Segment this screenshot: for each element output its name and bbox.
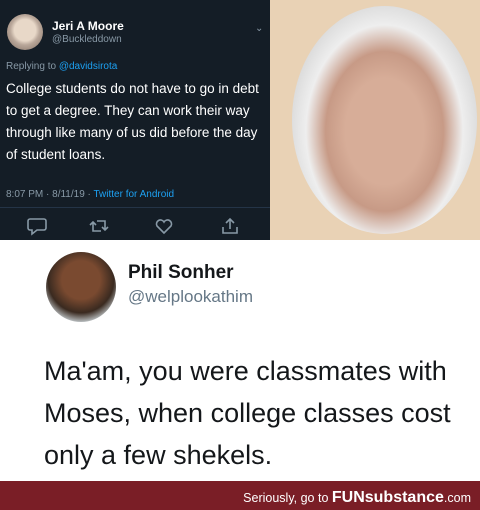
divider bbox=[0, 207, 270, 208]
tweet-timestamp: 8:07 PM · 8/11/19 · bbox=[6, 189, 94, 200]
tweet-author-name[interactable]: Phil Sonher bbox=[128, 262, 234, 284]
footer-brand: FUNsubstance bbox=[331, 489, 444, 506]
watermark-footer: Seriously, go to FUNsubstance.com bbox=[0, 481, 480, 510]
avatar[interactable] bbox=[7, 14, 43, 50]
tweet-author-handle[interactable]: @Buckleddown bbox=[52, 34, 122, 45]
retweet-icon[interactable] bbox=[88, 216, 110, 236]
share-icon[interactable] bbox=[219, 216, 241, 236]
dark-tweet-card: Jeri A Moore @Buckleddown ⌄ Replying to … bbox=[0, 0, 270, 240]
reply-context: Replying to @davidsirota bbox=[6, 61, 117, 72]
footer-suffix: .com bbox=[443, 491, 471, 505]
reply-prefix: Replying to bbox=[6, 61, 59, 72]
divider bbox=[0, 240, 480, 246]
tweet-text: Ma'am, you were classmates with Moses, w… bbox=[44, 356, 451, 470]
avatar[interactable] bbox=[46, 252, 116, 322]
tweet-action-bar bbox=[0, 216, 270, 238]
tweet-author-name[interactable]: Jeri A Moore bbox=[52, 19, 124, 33]
footer-prefix: Seriously, go to bbox=[243, 491, 332, 505]
profile-photo bbox=[292, 6, 477, 234]
tweet-text: College students do not have to go in de… bbox=[6, 81, 259, 162]
reply-mention-link[interactable]: @davidsirota bbox=[59, 61, 118, 72]
tweet-author-handle[interactable]: @welplookathim bbox=[128, 287, 253, 307]
footer-text: Seriously, go to FUNsubstance.com bbox=[243, 489, 471, 507]
reply-icon[interactable] bbox=[26, 216, 48, 236]
tweet-meta: 8:07 PM · 8/11/19 · Twitter for Android bbox=[6, 189, 174, 200]
tweet-source-link[interactable]: Twitter for Android bbox=[93, 189, 174, 200]
like-icon[interactable] bbox=[153, 216, 175, 236]
chevron-down-icon[interactable]: ⌄ bbox=[255, 23, 263, 34]
profile-photo-panel bbox=[270, 0, 480, 240]
